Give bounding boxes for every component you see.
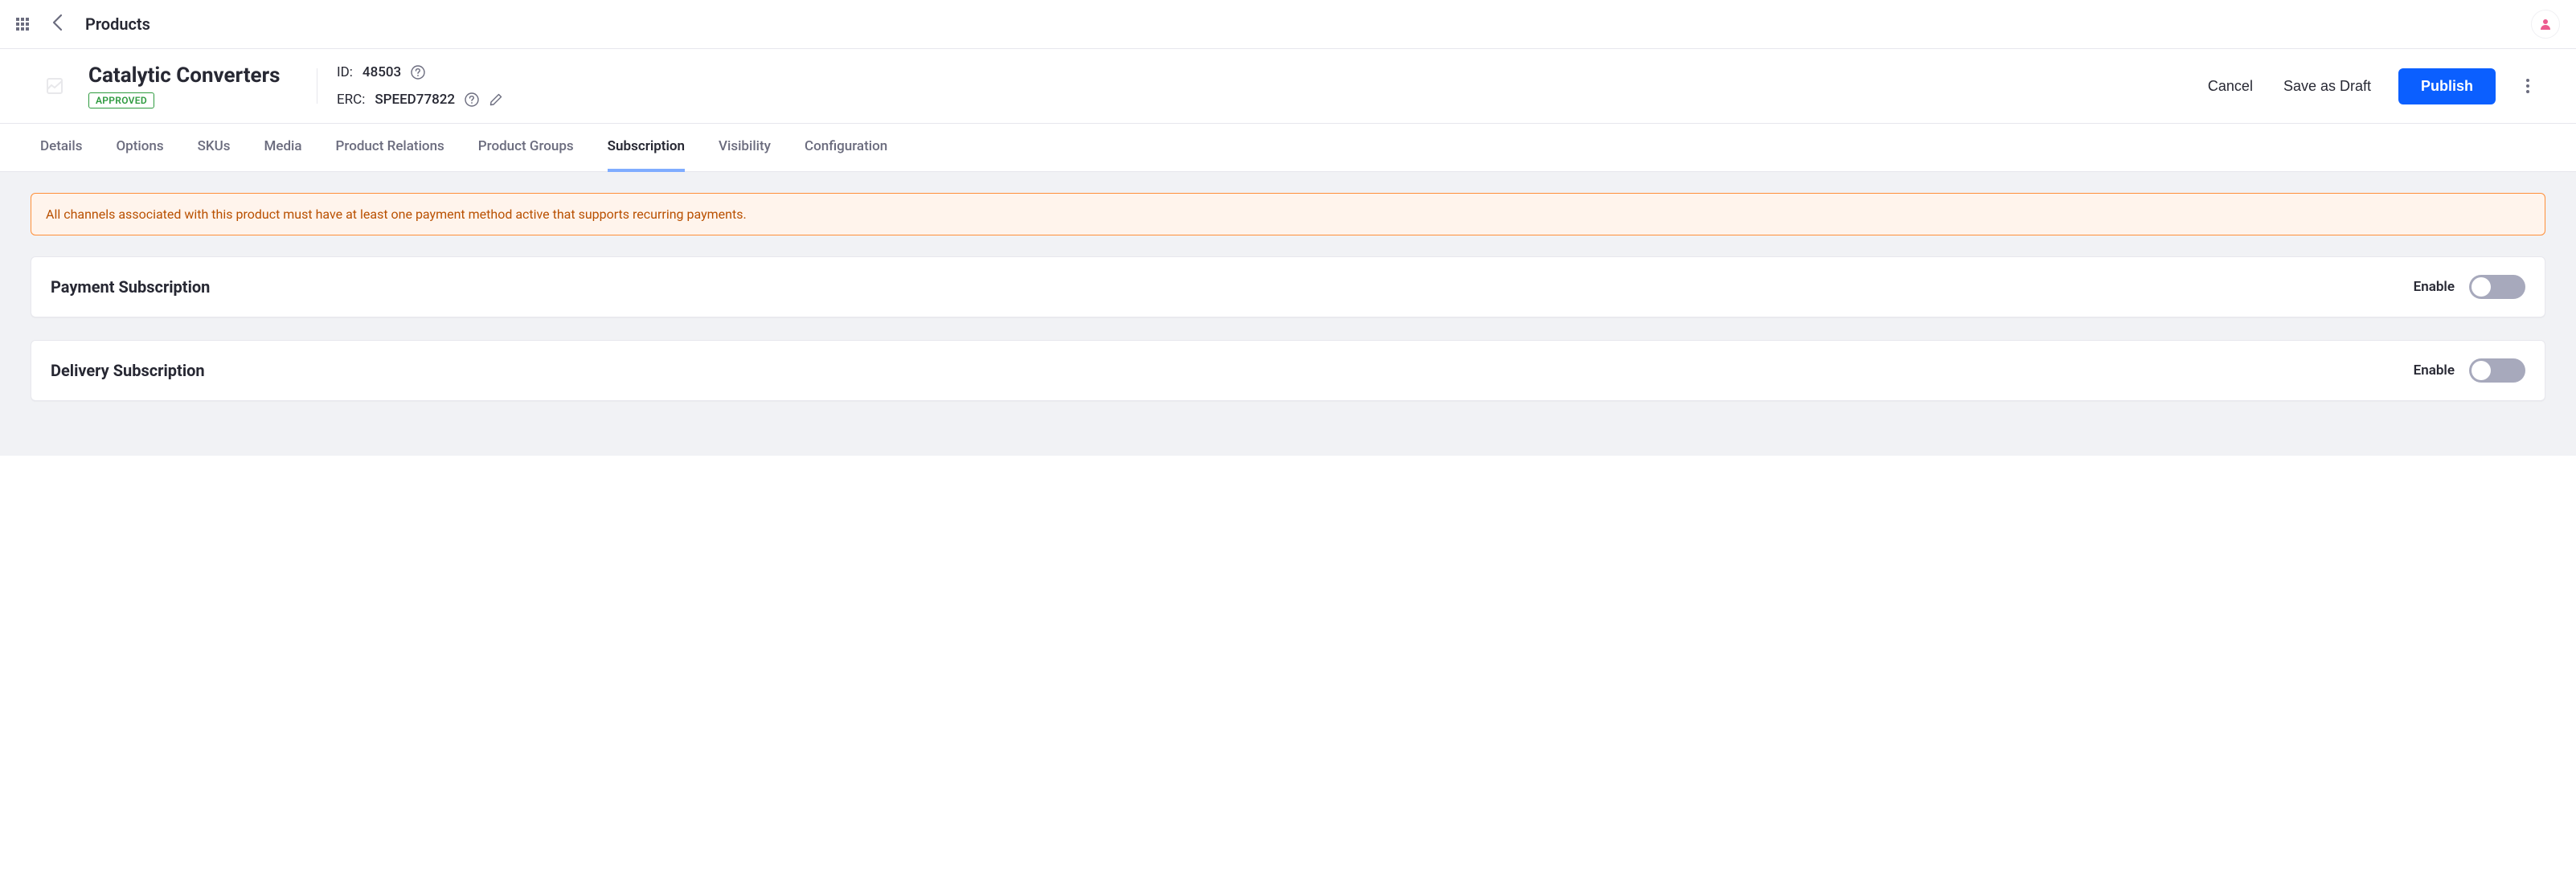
product-title: Catalytic Converters (88, 63, 297, 88)
apps-menu-icon[interactable] (16, 18, 29, 31)
id-value: 48503 (362, 64, 401, 80)
payment-enable-toggle[interactable] (2469, 275, 2525, 299)
enable-group: Enable (2414, 358, 2525, 383)
enable-label: Enable (2414, 279, 2455, 295)
actions-row: Cancel Save as Draft Publish (2205, 68, 2536, 104)
tab-product-groups[interactable]: Product Groups (478, 124, 574, 172)
content-area: All channels associated with this produc… (0, 172, 2576, 456)
cancel-button[interactable]: Cancel (2205, 72, 2256, 101)
tabs-row: Details Options SKUs Media Product Relat… (0, 124, 2576, 172)
status-badge: APPROVED (88, 92, 154, 108)
top-bar: Products (0, 0, 2576, 49)
panel-title: Delivery Subscription (51, 361, 205, 380)
tab-media[interactable]: Media (264, 124, 301, 172)
tab-configuration[interactable]: Configuration (805, 124, 887, 172)
delivery-subscription-panel: Delivery Subscription Enable (31, 340, 2545, 401)
erc-label: ERC: (337, 92, 365, 108)
tab-subscription[interactable]: Subscription (608, 124, 685, 172)
help-icon[interactable] (465, 92, 479, 107)
tab-options[interactable]: Options (116, 124, 163, 172)
tab-details[interactable]: Details (40, 124, 82, 172)
meta-erc-row: ERC: SPEED77822 (337, 92, 503, 108)
meta-block: ID: 48503 ERC: SPEED77822 (337, 64, 503, 108)
back-icon[interactable] (45, 10, 69, 39)
product-title-block: Catalytic Converters APPROVED (88, 63, 297, 108)
user-avatar[interactable] (2531, 10, 2560, 39)
meta-id-row: ID: 48503 (337, 64, 503, 80)
erc-value: SPEED77822 (375, 92, 455, 108)
payment-subscription-panel: Payment Subscription Enable (31, 256, 2545, 317)
panel-title: Payment Subscription (51, 277, 210, 297)
enable-group: Enable (2414, 275, 2525, 299)
tab-product-relations[interactable]: Product Relations (336, 124, 444, 172)
pencil-icon[interactable] (489, 92, 503, 107)
id-label: ID: (337, 64, 353, 80)
more-menu-icon[interactable] (2520, 72, 2536, 100)
alert-warning: All channels associated with this produc… (31, 193, 2545, 235)
product-thumbnail-icon (40, 72, 69, 100)
header-section: Catalytic Converters APPROVED ID: 48503 … (0, 49, 2576, 124)
delivery-enable-toggle[interactable] (2469, 358, 2525, 383)
help-icon[interactable] (411, 65, 425, 80)
tab-visibility[interactable]: Visibility (719, 124, 771, 172)
publish-button[interactable]: Publish (2398, 68, 2496, 104)
breadcrumb-title: Products (85, 14, 150, 34)
enable-label: Enable (2414, 362, 2455, 379)
save-draft-button[interactable]: Save as Draft (2280, 72, 2374, 101)
tab-skus[interactable]: SKUs (198, 124, 231, 172)
